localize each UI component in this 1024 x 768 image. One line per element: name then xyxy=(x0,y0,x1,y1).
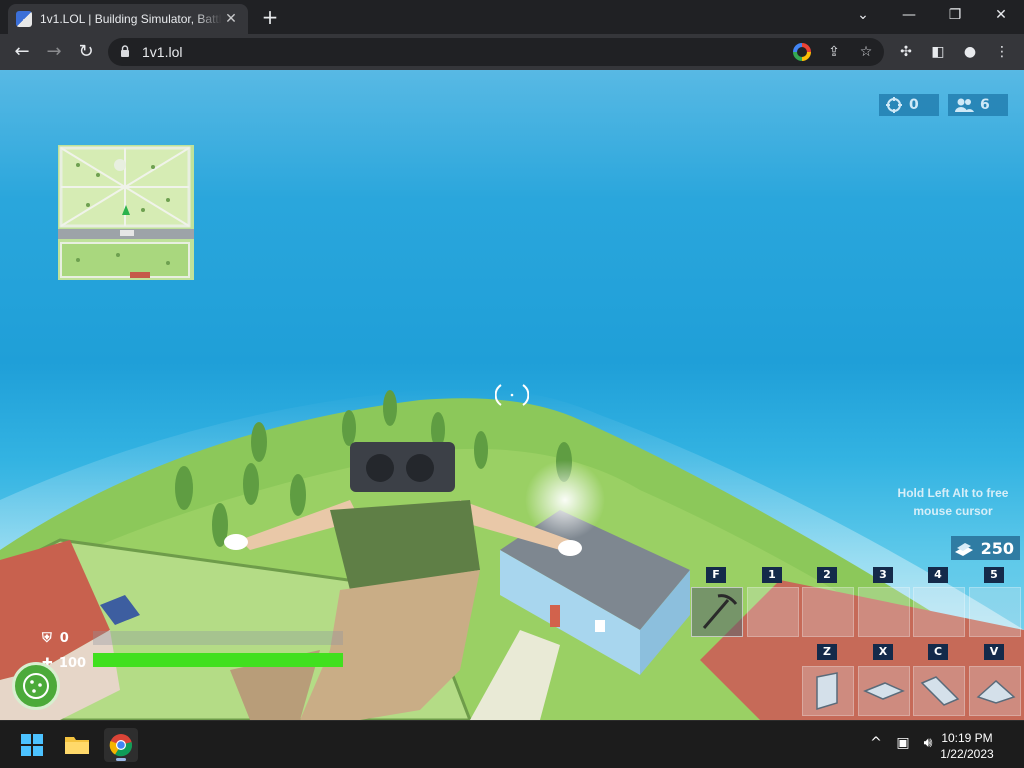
build-key-z: Z xyxy=(817,644,837,660)
file-explorer-button[interactable] xyxy=(60,728,94,762)
share-icon[interactable]: ⇪ xyxy=(825,43,843,61)
tab-close-icon[interactable]: ✕ xyxy=(222,11,240,27)
materials-counter: 250 xyxy=(951,536,1020,560)
menu-icon[interactable]: ⋮ xyxy=(992,42,1012,62)
free-cursor-hint: Hold Left Alt to free mouse cursor xyxy=(897,486,1009,518)
close-window-button[interactable]: ✕ xyxy=(986,4,1016,26)
materials-value: 250 xyxy=(980,538,1014,558)
slot-key-2: 2 xyxy=(817,567,837,583)
windows-taskbar: ^ ▣ 🔊︎ 10:19 PM 1/22/2023 xyxy=(0,720,1024,768)
build-slot-floor[interactable] xyxy=(858,666,910,716)
minimap xyxy=(58,145,194,280)
profile-icon[interactable]: ● xyxy=(960,42,980,62)
new-tab-button[interactable]: + xyxy=(259,6,281,28)
kills-value: 0 xyxy=(909,97,919,113)
shield-value: 0 xyxy=(59,630,69,646)
folder-icon xyxy=(65,737,89,754)
tab-search-icon[interactable]: ⌄ xyxy=(848,4,878,26)
build-slot-roof[interactable] xyxy=(969,666,1021,716)
browser-toolbar: ← → ↻ 1v1.lol ⇪ ☆ ✣ ◧ ● ⋮ xyxy=(0,34,1024,70)
roof-icon xyxy=(976,679,1016,704)
build-slot-ramp[interactable] xyxy=(913,666,965,716)
side-panel-icon[interactable]: ◧ xyxy=(928,42,948,62)
minimize-button[interactable]: — xyxy=(894,4,924,26)
network-icon[interactable]: ▣ xyxy=(892,735,914,751)
health-bar xyxy=(93,653,343,667)
build-key-x: X xyxy=(873,644,893,660)
game-canvas[interactable]: 0 6 Hold Left Alt to free mouse cursor 2… xyxy=(0,70,1024,720)
windows-logo-icon xyxy=(21,734,43,756)
shield-bar xyxy=(93,631,343,645)
slot-key-4: 4 xyxy=(928,567,948,583)
players-icon xyxy=(955,98,974,112)
build-key-c: C xyxy=(928,644,948,660)
chrome-taskbar-button[interactable] xyxy=(104,728,138,762)
browser-tab[interactable]: 1v1.LOL | Building Simulator, Battle Roy… xyxy=(8,4,248,34)
weapon-slot-1[interactable] xyxy=(747,587,799,637)
players-counter: 6 xyxy=(948,94,1008,116)
site-favicon-icon xyxy=(16,11,32,27)
reload-icon[interactable]: ↻ xyxy=(74,40,98,64)
shield-row: ⛨ 0 xyxy=(42,630,69,646)
url-text: 1v1.lol xyxy=(142,44,183,60)
crosshair-target-icon xyxy=(886,97,902,113)
players-value: 6 xyxy=(980,97,990,113)
google-icon[interactable] xyxy=(793,43,811,61)
system-clock[interactable]: 10:19 PM 1/22/2023 xyxy=(932,730,1002,762)
forward-arrow-icon[interactable]: → xyxy=(42,40,66,64)
weapon-slot-pickaxe[interactable] xyxy=(691,587,743,637)
address-bar[interactable]: 1v1.lol ⇪ ☆ xyxy=(108,38,884,66)
build-slot-wall[interactable] xyxy=(802,666,854,716)
build-key-v: V xyxy=(984,644,1004,660)
extensions-icon[interactable]: ✣ xyxy=(896,42,916,62)
star-icon[interactable]: ☆ xyxy=(857,43,875,61)
wall-icon xyxy=(816,672,838,711)
tab-title: 1v1.LOL | Building Simulator, Battle Roy… xyxy=(40,12,222,26)
clock-time: 10:19 PM xyxy=(941,731,993,745)
floor-icon xyxy=(863,682,905,700)
pickaxe-icon xyxy=(702,594,738,629)
restore-button[interactable]: ❐ xyxy=(940,4,970,26)
back-arrow-icon[interactable]: ← xyxy=(10,40,34,64)
weapon-slot-2[interactable] xyxy=(802,587,854,637)
slot-key-f: F xyxy=(706,567,726,583)
cookie-settings-button[interactable] xyxy=(12,662,60,710)
slot-key-3: 3 xyxy=(873,567,893,583)
shield-icon: ⛨ xyxy=(42,630,52,646)
start-button[interactable] xyxy=(15,728,49,762)
cookie-icon xyxy=(23,673,49,699)
aim-reticle xyxy=(495,384,529,406)
weapon-slot-4[interactable] xyxy=(913,587,965,637)
browser-tab-bar: 1v1.LOL | Building Simulator, Battle Roy… xyxy=(0,0,1024,34)
ramp-icon xyxy=(920,676,960,706)
health-value: 100 xyxy=(58,655,87,671)
chrome-icon xyxy=(109,734,133,757)
kills-counter: 0 xyxy=(879,94,939,116)
show-hidden-icons-chevron-icon[interactable]: ^ xyxy=(865,735,887,751)
health-bar-fill xyxy=(93,653,343,667)
lock-icon xyxy=(121,45,129,57)
weapon-slot-5[interactable] xyxy=(969,587,1021,637)
materials-icon xyxy=(954,543,973,556)
slot-key-1: 1 xyxy=(762,567,782,583)
weapon-slot-3[interactable] xyxy=(858,587,910,637)
clock-date: 1/22/2023 xyxy=(940,747,994,761)
slot-key-5: 5 xyxy=(984,567,1004,583)
